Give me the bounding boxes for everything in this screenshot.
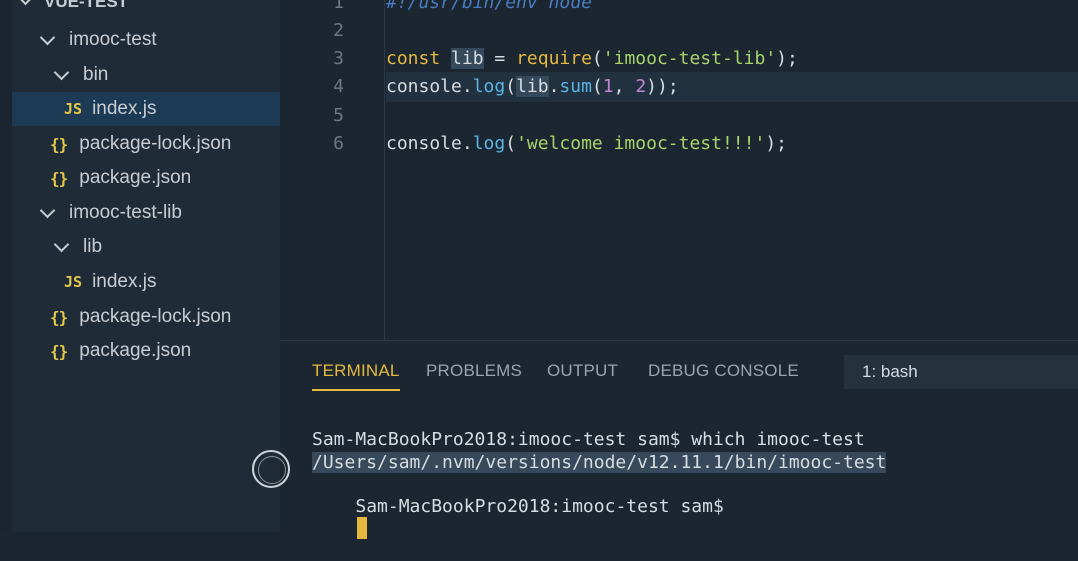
tree-item-label: lib [83, 236, 103, 257]
explorer-sidebar: VUE-TEST imooc-test bin JS index.js {} p… [12, 0, 280, 532]
json-file-icon: {} [50, 341, 68, 361]
chevron-down-icon [53, 236, 70, 252]
terminal-selector-label: 1: bash [862, 362, 918, 381]
bottom-panel: TERMINAL PROBLEMS OUTPUT DEBUG CONSOLE 1… [280, 340, 1078, 539]
tree-item-label: index.js [92, 271, 157, 292]
js-file-icon: JS [64, 100, 83, 118]
terminal-line-selected: /Users/sam/.nvm/versions/node/v12.11.1/b… [312, 452, 887, 473]
line-number: 4 [333, 76, 344, 97]
chevron-down-icon [53, 64, 70, 80]
line-number: 6 [333, 133, 344, 154]
terminal-cursor [357, 517, 368, 539]
chevron-down-icon [39, 202, 56, 218]
tree-item-label: package.json [79, 167, 192, 188]
json-file-icon: {} [50, 134, 68, 154]
mouse-pointer-icon [252, 450, 290, 488]
tree-item-label: imooc-test [69, 29, 157, 50]
tree-item-label: package.json [79, 340, 192, 361]
code-line-3: const lib = require('imooc-test-lib'); [386, 48, 798, 69]
terminal-selector[interactable]: 1: bash [844, 355, 1078, 389]
line-number: 3 [333, 48, 344, 69]
tree-item-index-js[interactable]: JS index.js [12, 92, 280, 126]
tree-item-label: package-lock.json [79, 306, 232, 327]
activity-edge [0, 0, 12, 532]
terminal-line: Sam-MacBookPro2018:imooc-test sam$ which… [312, 429, 865, 450]
tree-item-imooc-test[interactable]: imooc-test [12, 23, 280, 57]
chevron-down-icon[interactable] [17, 0, 34, 6]
tree-item-imooc-test-lib[interactable]: imooc-test-lib [12, 196, 280, 230]
tree-item-lib[interactable]: lib [12, 230, 280, 264]
tree-item-bin[interactable]: bin [12, 58, 280, 92]
json-file-icon: {} [50, 307, 68, 327]
line-number: 1 [333, 0, 344, 13]
json-file-icon: {} [50, 168, 68, 188]
line-number: 2 [333, 20, 344, 41]
code-editor[interactable]: 1 2 3 4 5 6 #!/usr/bin/env node const li… [280, 0, 1078, 340]
tree-item-label: imooc-test-lib [69, 202, 182, 223]
tree-item-label: package-lock.json [79, 133, 232, 154]
tree-item-package-lock-json[interactable]: {} package-lock.json [12, 300, 280, 334]
tree-item-label: bin [83, 64, 109, 85]
terminal-prompt[interactable]: Sam-MacBookPro2018:imooc-test sam$ [312, 475, 724, 561]
line-number: 5 [333, 105, 344, 126]
tree-item-label: index.js [92, 98, 157, 119]
tree-item-package-json[interactable]: {} package.json [12, 161, 280, 195]
terminal-prompt-text: Sam-MacBookPro2018:imooc-test sam$ [355, 496, 724, 517]
tree-item-index-js[interactable]: JS index.js [12, 265, 280, 299]
tree-item-package-json[interactable]: {} package.json [12, 334, 280, 368]
explorer-root-title[interactable]: VUE-TEST [44, 0, 128, 12]
tab-problems[interactable]: PROBLEMS [426, 361, 522, 381]
code-line-6: console.log('welcome imooc-test!!!'); [386, 133, 787, 154]
chevron-down-icon [39, 29, 56, 45]
indent-guide [384, 0, 385, 340]
code-line-4: console.log(lib.sum(1, 2)); [386, 76, 679, 97]
tab-debug-console[interactable]: DEBUG CONSOLE [648, 361, 799, 381]
tab-terminal[interactable]: TERMINAL [312, 361, 400, 391]
js-file-icon: JS [64, 273, 83, 291]
code-line-1: #!/usr/bin/env node [386, 0, 592, 13]
tree-item-package-lock-json[interactable]: {} package-lock.json [12, 127, 280, 161]
tab-output[interactable]: OUTPUT [547, 361, 618, 381]
